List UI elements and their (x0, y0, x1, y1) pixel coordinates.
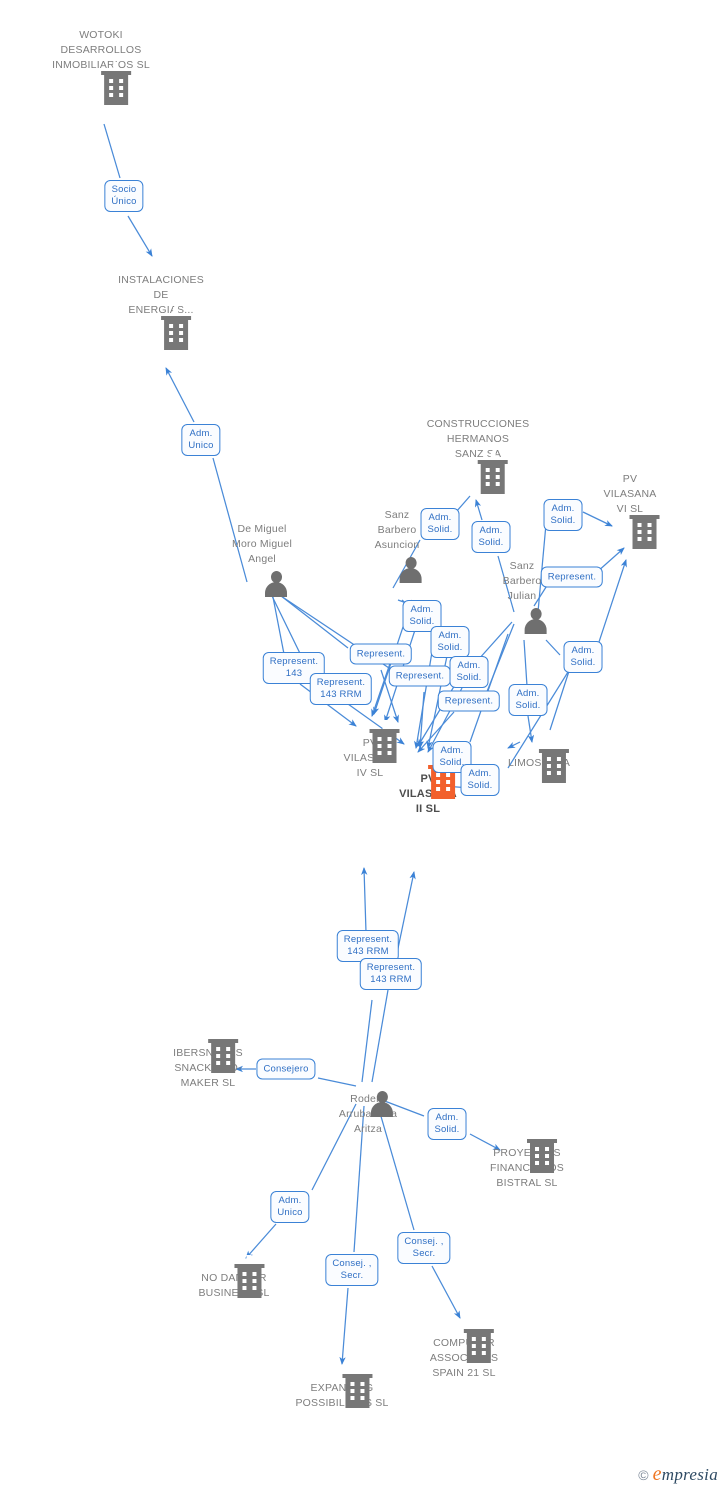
node-computer-associates-spain-21[interactable]: COMPUTER ASSOCIATES SPAIN 21 SL (430, 1320, 498, 1381)
brand-rest: mpresia (661, 1465, 718, 1484)
relation-label-adm-solid-julian-pv6[interactable]: Adm. Solid. (543, 499, 583, 531)
node-de-miguel-moro-miguel-angel[interactable]: De Miguel Moro Miguel Angel (232, 522, 292, 597)
relation-label-consej-secr-computer[interactable]: Consej. , Secr. (397, 1232, 451, 1264)
node-pv-vilasana-vi[interactable]: PV VILASANA VI SL (603, 472, 660, 549)
node-sanz-barbero-julian[interactable]: Sanz Barbero Julian (502, 559, 547, 634)
relation-label-adm-solid-julian-limosin[interactable]: Adm. Solid. (508, 684, 548, 716)
node-label: Sanz Barbero Julian (502, 560, 542, 602)
relation-label-socio-unico[interactable]: Socio Único (104, 180, 144, 212)
copyright-icon: © (638, 1466, 649, 1483)
relation-label-adm-solid-asuncion-pv2[interactable]: Adm. Solid. (430, 626, 470, 658)
watermark: © empresia (638, 1463, 718, 1486)
brand-name: empresia (653, 1463, 718, 1486)
node-limosin-sa[interactable]: LIMOSIN SA (508, 740, 570, 783)
relation-label-adm-solid-julian-construcciones[interactable]: Adm. Solid. (471, 521, 511, 553)
node-ibersnacks-snacks-co-maker[interactable]: IBERSNACKS SNACKS CO- MAKER SL (173, 1030, 243, 1091)
node-label: Sanz Barbero Asuncion (374, 509, 420, 551)
node-label: INSTALACIONES DE ENERGIAS... (118, 274, 204, 316)
relation-label-represent-143-rrm-rodero-pv2[interactable]: Represent. 143 RRM (359, 958, 423, 990)
node-label: PV VILASANA VI SL (603, 473, 657, 515)
relation-label-adm-unico-nodanger[interactable]: Adm. Unico (270, 1191, 310, 1223)
relation-label-represent-143-rrm-demiguel[interactable]: Represent. 143 RRM (309, 673, 373, 705)
relation-label-consej-secr-expanding[interactable]: Consej. , Secr. (325, 1254, 379, 1286)
relation-label-adm-solid-asuncion-construcciones[interactable]: Adm. Solid. (420, 508, 460, 540)
relationship-graph: WOTOKI DESARROLLOS INMOBILIARIOS SL INST… (0, 0, 728, 1500)
relation-label-consejero-ibersnacks[interactable]: Consejero (256, 1058, 316, 1080)
node-label: WOTOKI DESARROLLOS INMOBILIARIOS SL (52, 29, 150, 71)
node-instalaciones-de-energias[interactable]: INSTALACIONES DE ENERGIAS... (118, 273, 204, 350)
node-pv-vilasana-ii-focus[interactable]: PV VILASANA II SL (399, 756, 458, 817)
node-proyectos-financieros-bistral[interactable]: PROYECTOS FINANCIEROS BISTRAL SL (490, 1130, 564, 1191)
node-pv-vilasana-iv[interactable]: PV VILASANA IV SL (344, 720, 400, 781)
relation-label-represent-demiguel-pv2-b[interactable]: Represent. (388, 665, 452, 687)
relation-label-adm-unico-instalaciones[interactable]: Adm. Unico (181, 424, 221, 456)
relation-label-adm-solid-rodero-proyectos[interactable]: Adm. Solid. (427, 1108, 467, 1140)
node-wotoki-desarrollos-inmobiliarios[interactable]: WOTOKI DESARROLLOS INMOBILIARIOS SL (52, 28, 150, 105)
node-expanding-possibilities[interactable]: EXPANDING POSSIBILITIES SL (295, 1365, 389, 1411)
node-rodero-arrubarrena-aritza[interactable]: Rodero Arrubarrena Aritza (339, 1089, 397, 1137)
node-no-danger-business[interactable]: NO DANGER BUSINESS SL (198, 1255, 269, 1301)
node-label: De Miguel Moro Miguel Angel (232, 523, 292, 565)
node-label: CONSTRUCCIONES HERMANOS SANZ SA (426, 418, 530, 460)
relation-label-adm-solid-julian-pv2-a[interactable]: Adm. Solid. (449, 656, 489, 688)
node-sanz-barbero-asuncion[interactable]: Sanz Barbero Asuncion (374, 508, 422, 583)
relation-label-adm-solid-julian-pv6-b[interactable]: Adm. Solid. (563, 641, 603, 673)
relation-label-adm-solid-julian-pv2-c[interactable]: Adm. Solid. (460, 764, 500, 796)
relation-label-represent-julian-pv2[interactable]: Represent. (437, 690, 501, 712)
relation-label-represent-demiguel-pv2-a[interactable]: Represent. (349, 643, 413, 665)
relation-label-represent-julian-pv6[interactable]: Represent. (540, 566, 604, 588)
brand-lead-letter: e (652, 1463, 662, 1485)
node-construcciones-hermanos-sanz[interactable]: CONSTRUCCIONES HERMANOS SANZ SA (426, 417, 530, 494)
node-label: EXPANDING POSSIBILITIES SL (295, 1382, 389, 1409)
